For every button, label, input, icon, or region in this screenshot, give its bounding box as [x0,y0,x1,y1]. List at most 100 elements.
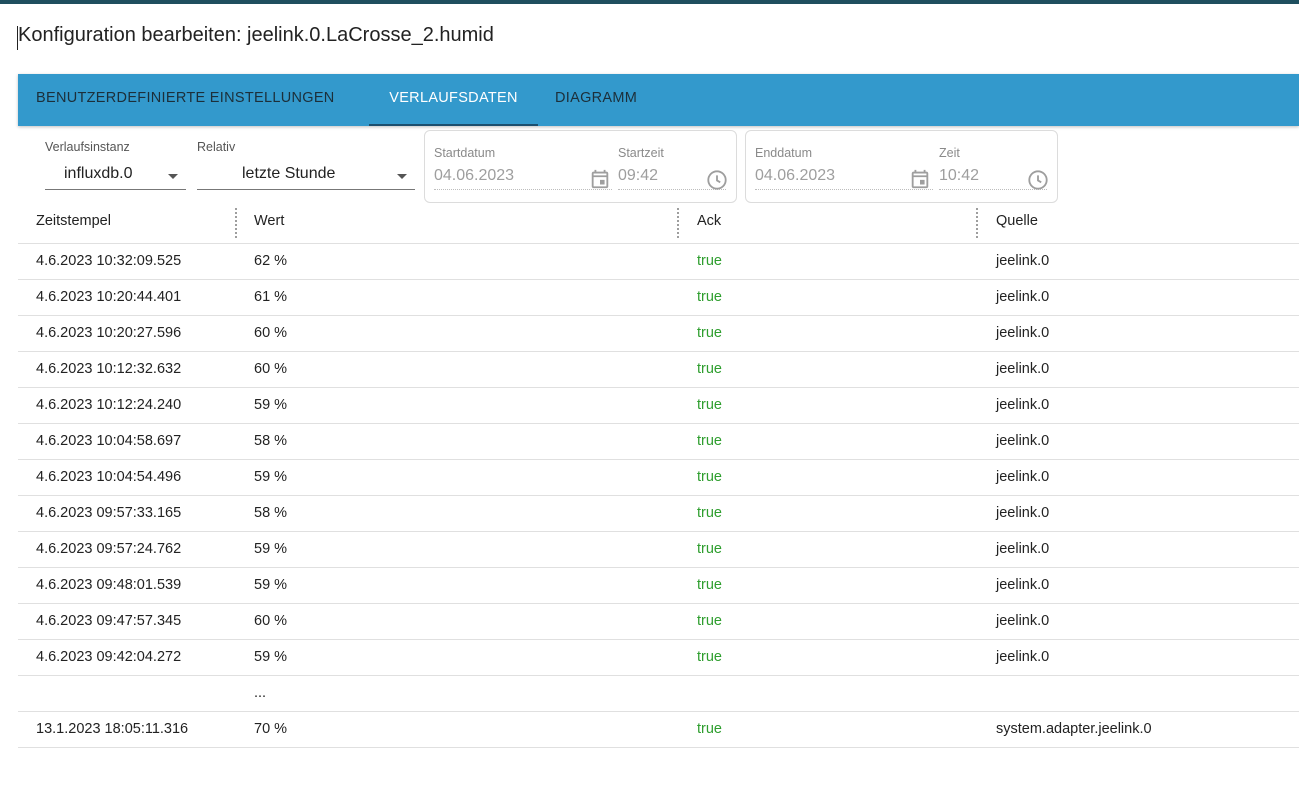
cell-source: jeelink.0 [996,577,1050,593]
end-date-value: 04.06.2023 [755,167,836,184]
table-row[interactable]: 4.6.2023 10:12:24.240 59 % true jeelink.0 [18,388,1299,424]
cell-value: 60 % [254,613,288,629]
cell-timestamp: 4.6.2023 10:20:27.596 [36,325,182,341]
cell-ack: true [697,325,722,341]
cell-source: jeelink.0 [996,469,1050,485]
cell-source: jeelink.0 [996,541,1050,557]
relative-label: Relativ [197,140,236,154]
column-header-value[interactable]: Wert [254,213,284,229]
cell-timestamp: 4.6.2023 09:48:01.539 [36,577,182,593]
table-row[interactable]: 4.6.2023 09:48:01.539 59 % true jeelink.0 [18,568,1299,604]
cell-value: 59 % [254,469,288,485]
column-header-timestamp[interactable]: Zeitstempel [36,213,111,229]
cell-value: 59 % [254,541,288,557]
start-time-label: Startzeit [618,146,664,160]
start-time-value: 09:42 [618,167,659,184]
cell-ack: true [697,433,722,449]
cell-ack: true [697,253,722,269]
table-row[interactable]: 4.6.2023 10:32:09.525 62 % true jeelink.0 [18,244,1299,280]
table-row[interactable]: 4.6.2023 09:42:04.272 59 % true jeelink.0 [18,640,1299,676]
cell-ack: true [697,541,722,557]
cell-timestamp: 4.6.2023 10:04:54.496 [36,469,182,485]
cell-ack: true [697,721,722,737]
cell-source: jeelink.0 [996,361,1050,377]
end-time-value: 10:42 [939,167,980,184]
caret-down-icon [397,174,407,179]
cell-value: 62 % [254,253,288,269]
cell-value: 58 % [254,505,288,521]
cell-source: jeelink.0 [996,289,1050,305]
top-app-bar-edge [0,0,1299,4]
cell-ack: true [697,505,722,521]
start-datetime-group: Startdatum 04.06.2023 Startzeit 09:42 [424,130,737,203]
table-row[interactable]: 4.6.2023 10:20:27.596 60 % true jeelink.0 [18,316,1299,352]
dialog-title: Konfiguration bearbeiten: jeelink.0.LaCr… [17,24,494,50]
tab-bar: BENUTZERDEFINIERTE EINSTELLUNGEN VERLAUF… [18,74,1299,126]
clock-icon[interactable] [1027,169,1049,191]
cell-timestamp: 4.6.2023 10:12:24.240 [36,397,182,413]
history-table: Zeitstempel Wert Ack Quelle 4.6.2023 10:… [18,202,1299,748]
end-date-label: Enddatum [755,146,812,160]
cell-timestamp: 4.6.2023 10:32:09.525 [36,253,182,269]
cell-ack: true [697,361,722,377]
end-datetime-group: Enddatum 04.06.2023 Zeit 10:42 [745,130,1058,203]
relative-select[interactable]: letzte Stunde [197,161,415,190]
cell-value: 60 % [254,325,288,341]
cell-ack: true [697,289,722,305]
table-body: 4.6.2023 10:32:09.525 62 % true jeelink.0 4.… [18,244,1299,748]
tab-benutzerdefinierte-einstellungen[interactable]: BENUTZERDEFINIERTE EINSTELLUNGEN [36,74,335,126]
cell-value: ... [254,685,267,701]
cell-source: jeelink.0 [996,253,1050,269]
start-date-input[interactable]: 04.06.2023 [434,165,612,190]
cell-source: jeelink.0 [996,613,1050,629]
cell-value: 59 % [254,397,288,413]
table-row[interactable]: 4.6.2023 10:12:32.632 60 % true jeelink.0 [18,352,1299,388]
table-row[interactable]: ... [18,676,1299,712]
table-row[interactable]: 13.1.2023 18:05:11.316 70 % true system.ada… [18,712,1299,748]
cell-value: 70 % [254,721,288,737]
tab-diagramm[interactable]: DIAGRAMM [555,74,637,126]
tab-verlaufsdaten[interactable]: VERLAUFSDATEN [369,74,538,126]
table-row[interactable]: 4.6.2023 09:57:24.762 59 % true jeelink.0 [18,532,1299,568]
cell-timestamp: 4.6.2023 10:12:32.632 [36,361,182,377]
cell-ack: true [697,397,722,413]
cell-ack: true [697,649,722,665]
cell-timestamp: 4.6.2023 10:04:58.697 [36,433,182,449]
cell-source: jeelink.0 [996,397,1050,413]
table-row[interactable]: 4.6.2023 10:04:58.697 58 % true jeelink.0 [18,424,1299,460]
table-header: Zeitstempel Wert Ack Quelle [18,202,1299,244]
table-row[interactable]: 4.6.2023 10:04:54.496 59 % true jeelink.0 [18,460,1299,496]
table-row[interactable]: 4.6.2023 10:20:44.401 61 % true jeelink.0 [18,280,1299,316]
cell-timestamp: 4.6.2023 10:20:44.401 [36,289,182,305]
column-resize-handle[interactable] [677,208,679,238]
table-row[interactable]: 4.6.2023 09:47:57.345 60 % true jeelink.0 [18,604,1299,640]
column-resize-handle[interactable] [976,208,978,238]
cell-timestamp: 4.6.2023 09:42:04.272 [36,649,182,665]
cell-value: 59 % [254,577,288,593]
cell-value: 60 % [254,361,288,377]
instance-label: Verlaufsinstanz [45,140,130,154]
cell-source: system.adapter.jeelink.0 [996,721,1152,737]
column-header-source[interactable]: Quelle [996,213,1038,229]
instance-select[interactable]: influxdb.0 [45,161,186,190]
cell-timestamp: 13.1.2023 18:05:11.316 [36,721,189,737]
cell-source: jeelink.0 [996,649,1050,665]
cell-source: jeelink.0 [996,325,1050,341]
cell-value: 58 % [254,433,288,449]
column-resize-handle[interactable] [235,208,237,238]
calendar-icon[interactable] [589,168,611,190]
start-date-label: Startdatum [434,146,496,160]
column-header-ack[interactable]: Ack [697,213,721,229]
calendar-icon[interactable] [909,168,931,190]
instance-value: influxdb.0 [64,165,133,182]
relative-value: letzte Stunde [242,165,336,182]
caret-down-icon [168,174,178,179]
end-time-label: Zeit [939,146,960,160]
end-date-input[interactable]: 04.06.2023 [755,165,933,190]
table-row[interactable]: 4.6.2023 09:57:33.165 58 % true jeelink.0 [18,496,1299,532]
cell-value: 59 % [254,649,288,665]
cell-ack: true [697,577,722,593]
start-date-value: 04.06.2023 [434,167,515,184]
clock-icon[interactable] [706,169,728,191]
cell-timestamp: 4.6.2023 09:57:33.165 [36,505,182,521]
